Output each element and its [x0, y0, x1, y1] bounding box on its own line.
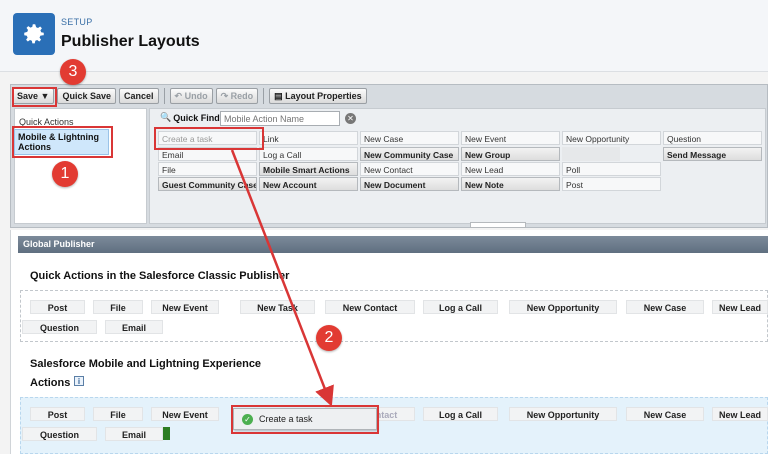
mobile-action-chip[interactable]: Post [30, 407, 85, 421]
quick-find-input[interactable] [220, 111, 340, 126]
palette-item[interactable]: Question [663, 131, 762, 145]
layout-properties-label: Layout Properties [285, 91, 362, 101]
create-task-highlight [154, 127, 264, 150]
palette-item[interactable]: Mobile Smart Actions [259, 162, 358, 176]
palette-item[interactable]: Log a Call [259, 147, 358, 161]
toolbar-divider [163, 88, 165, 104]
classic-action-chip[interactable]: New Contact [325, 300, 415, 314]
step-badge-3: 3 [60, 59, 86, 85]
classic-action-chip[interactable]: New Event [151, 300, 219, 314]
classic-action-chip[interactable]: File [93, 300, 143, 314]
quick-find-text: Quick Find [173, 112, 220, 123]
toolbar-divider [263, 88, 265, 104]
clear-search-icon[interactable]: ✕ [345, 113, 356, 124]
info-icon[interactable]: i [74, 376, 84, 386]
palette-resize-handle[interactable] [470, 222, 526, 228]
redo-icon: ↷ [220, 90, 229, 101]
quick-save-button[interactable]: Quick Save [57, 88, 116, 104]
redo-label: Redo [230, 91, 254, 101]
undo-button[interactable]: ↶ Undo [169, 88, 213, 104]
palette-item[interactable]: File [158, 162, 257, 176]
palette-item[interactable]: Post [562, 177, 661, 191]
palette-item[interactable]: New Contact [360, 162, 459, 176]
classic-action-chip[interactable]: Email [105, 320, 163, 334]
palette-item[interactable]: New Note [461, 177, 560, 191]
palette-item[interactable]: New Case [360, 131, 459, 145]
redo-button[interactable]: ↷ Redo [215, 88, 259, 104]
palette-item[interactable]: New Account [259, 177, 358, 191]
classic-section-title: Quick Actions in the Salesforce Classic … [30, 270, 290, 282]
mobile-section-title-line2: Actions [30, 377, 71, 389]
classic-action-chip[interactable]: New Case [626, 300, 704, 314]
classic-action-chip[interactable]: New Task [240, 300, 315, 314]
layout-properties-button[interactable]: ▤ Layout Properties [269, 88, 367, 104]
palette-item[interactable]: New Lead [461, 162, 560, 176]
cancel-button[interactable]: Cancel [119, 88, 159, 104]
breadcrumb-setup[interactable]: SETUP [61, 17, 93, 27]
mobile-actions-area [20, 397, 768, 454]
step-badge-1: 1 [52, 161, 78, 187]
palette-item[interactable]: Send Message [663, 147, 762, 161]
mobile-category-highlight [12, 126, 113, 158]
palette-item[interactable]: New Document [360, 177, 459, 191]
editor-toolbar: Save ▼ Quick Save Cancel ↶ Undo ↷ Redo ▤… [10, 86, 768, 106]
palette-item[interactable]: Guest Community Case [158, 177, 257, 191]
mobile-action-chip[interactable]: Email [105, 427, 163, 441]
undo-icon: ↶ [174, 90, 183, 101]
mobile-action-chip[interactable]: New Lead [712, 407, 768, 421]
palette-item[interactable]: New Event [461, 131, 560, 145]
mobile-action-chip[interactable]: File [93, 407, 143, 421]
gear-icon [24, 24, 44, 44]
mobile-action-chip[interactable]: New Event [151, 407, 219, 421]
setup-gear-icon [13, 13, 55, 55]
classic-action-chip[interactable]: Post [30, 300, 85, 314]
palette-item[interactable]: New Community Case [360, 147, 459, 161]
search-icon: 🔍 [160, 112, 172, 122]
quick-find-label: 🔍 Quick Find [160, 112, 220, 123]
mobile-action-chip[interactable]: New Case [626, 407, 704, 421]
classic-action-chip[interactable]: New Opportunity [509, 300, 617, 314]
page-title: Publisher Layouts [61, 33, 200, 50]
properties-icon: ▤ [274, 90, 283, 101]
mobile-action-chip[interactable]: Question [22, 427, 97, 441]
classic-action-chip[interactable]: Question [22, 320, 97, 334]
undo-label: Undo [184, 91, 208, 101]
mobile-action-chip[interactable]: Log a Call [423, 407, 498, 421]
palette-item[interactable]: Poll [562, 162, 661, 176]
palette-item[interactable]: New Opportunity [562, 131, 661, 145]
palette-item[interactable]: Link [259, 131, 358, 145]
classic-action-chip[interactable]: New Lead [712, 300, 768, 314]
palette-item [562, 147, 620, 161]
drop-indicator [163, 427, 170, 440]
mobile-action-chip[interactable]: New Opportunity [509, 407, 617, 421]
mobile-section-title: Salesforce Mobile and Lightning Experien… [30, 358, 262, 370]
global-publisher-header: Global Publisher [18, 236, 768, 253]
step-badge-2: 2 [316, 325, 342, 351]
drop-target-highlight [231, 405, 379, 434]
save-highlight [12, 87, 57, 107]
palette-item[interactable]: New Group [461, 147, 560, 161]
classic-action-chip[interactable]: Log a Call [423, 300, 498, 314]
